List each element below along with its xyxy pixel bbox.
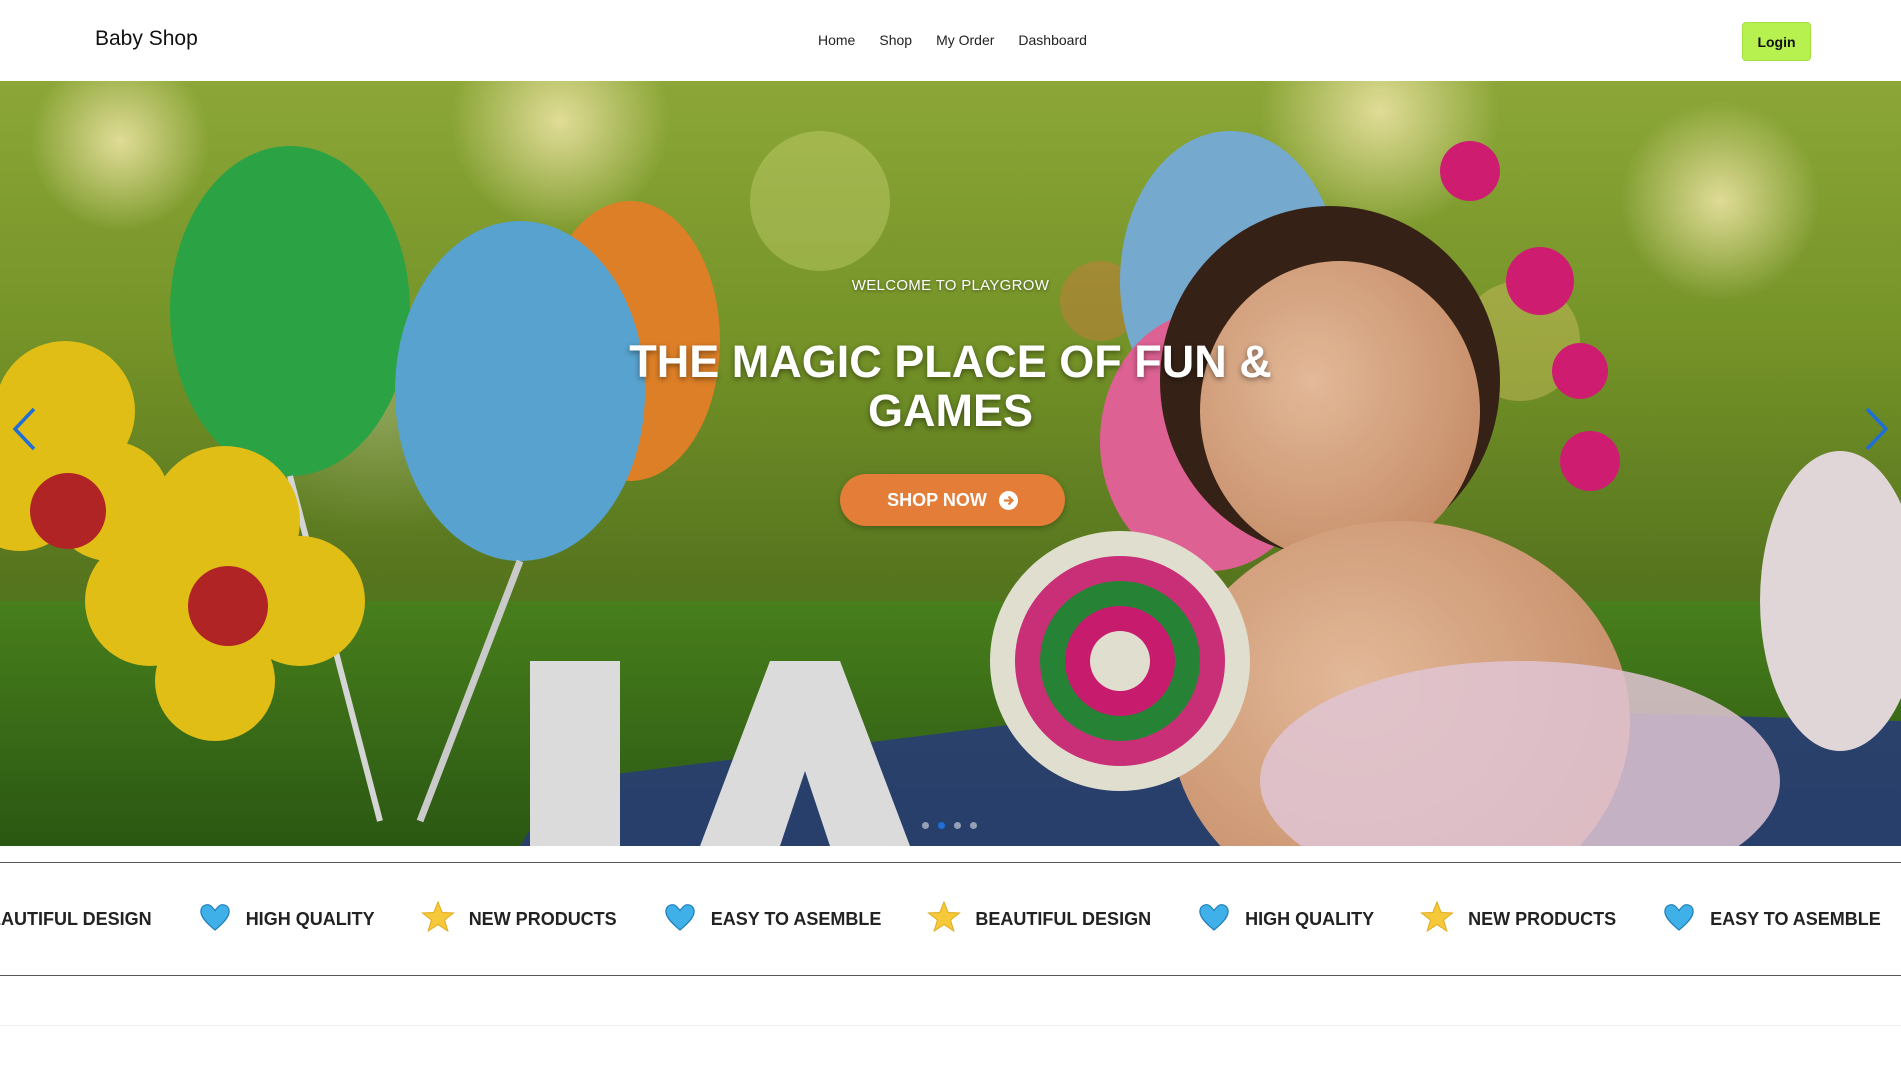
feature-item: EASY TO ASEMBLE: [1662, 900, 1881, 939]
nav-shop[interactable]: Shop: [879, 32, 912, 48]
heart-icon: [198, 900, 232, 939]
hero-subtitle: WELCOME TO PLAYGROW: [851, 277, 1050, 294]
chevron-right-icon: [1865, 407, 1889, 451]
star-icon: [1420, 900, 1454, 939]
carousel-prev-button[interactable]: [4, 399, 44, 459]
heart-icon: [1197, 900, 1231, 939]
feature-label: HIGH QUALITY: [1245, 908, 1375, 929]
brand-logo[interactable]: Baby Shop: [95, 27, 198, 51]
nav-menu: Home Shop My Order Dashboard: [818, 32, 1087, 48]
chevron-left-icon: [12, 407, 36, 451]
login-button[interactable]: Login: [1742, 22, 1811, 61]
feature-label: EASY TO ASEMBLE: [710, 908, 882, 929]
heart-icon: [1662, 900, 1696, 939]
hero-title: THE MAGIC PLACE OF FUN & GAMES: [629, 336, 1272, 436]
feature-item: HIGH QUALITY: [1197, 900, 1374, 939]
hero-overlay: [0, 81, 1901, 846]
feature-item: EASY TO ASEMBLE: [663, 900, 882, 939]
feature-label: BEAUTIFUL DESIGN: [0, 908, 152, 929]
feature-item: NEW PRODUCTS: [1420, 900, 1616, 939]
shop-now-button[interactable]: SHOP NOW: [840, 474, 1065, 526]
features-marquee: BEAUTIFUL DESIGN HIGH QUALITY NEW PRODUCTS…: [0, 862, 1901, 976]
shop-now-label: SHOP NOW: [887, 489, 987, 510]
feature-label: NEW PRODUCTS: [468, 908, 617, 929]
nav-dashboard[interactable]: Dashboard: [1018, 32, 1087, 48]
feature-label: HIGH QUALITY: [245, 908, 375, 929]
feature-label: NEW PRODUCTS: [1468, 908, 1617, 929]
carousel-indicators: [922, 822, 977, 829]
feature-label: EASY TO ASEMBLE: [1710, 908, 1881, 929]
star-icon: [927, 900, 962, 939]
feature-item: BEAUTIFUL DESIGN: [927, 900, 1151, 939]
navbar: Baby Shop Home Shop My Order Dashboard L…: [0, 0, 1901, 82]
feature-item: HIGH QUALITY: [198, 900, 375, 939]
carousel-indicator-2[interactable]: [938, 822, 945, 829]
section-divider: [0, 1025, 1901, 1026]
arrow-circle-right-icon: [998, 490, 1018, 510]
nav-home[interactable]: Home: [818, 32, 855, 48]
carousel-next-button[interactable]: [1857, 399, 1897, 459]
feature-label: BEAUTIFUL DESIGN: [975, 908, 1152, 929]
star-icon: [420, 900, 455, 939]
carousel-indicator-4[interactable]: [970, 822, 977, 829]
heart-icon: [663, 900, 697, 939]
carousel-indicator-3[interactable]: [954, 822, 961, 829]
nav-my-order[interactable]: My Order: [936, 32, 994, 48]
carousel-indicator-1[interactable]: [922, 822, 929, 829]
hero-carousel: WELCOME TO PLAYGROW THE MAGIC PLACE OF F…: [0, 81, 1901, 846]
feature-item: BEAUTIFUL DESIGN: [0, 909, 152, 930]
marquee-track: BEAUTIFUL DESIGN HIGH QUALITY NEW PRODUCTS…: [0, 863, 1901, 975]
feature-item: NEW PRODUCTS: [420, 900, 617, 939]
